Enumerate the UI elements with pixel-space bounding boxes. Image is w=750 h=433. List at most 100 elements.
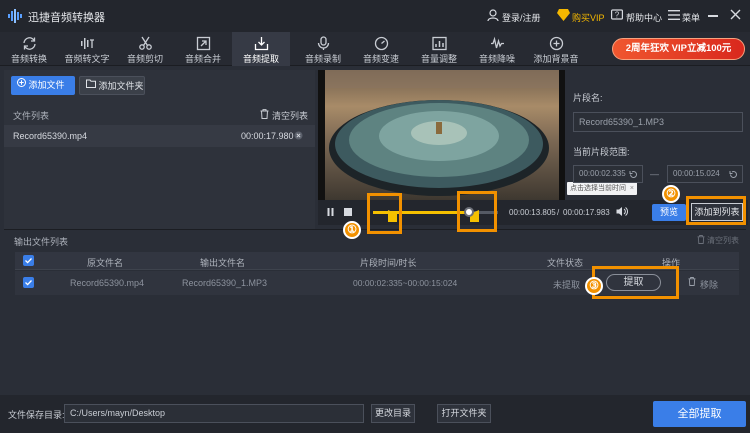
save-dir-label: 文件保存目录: <box>8 410 65 420</box>
clear-output-icon[interactable] <box>697 235 705 246</box>
row-output-name: Record65390_1.MP3 <box>182 278 268 288</box>
save-path-field[interactable]: C:/Users/mayn/Desktop <box>64 404 364 423</box>
annotation-box-range-end <box>457 191 497 232</box>
current-time: 00:00:13.805 <box>509 208 556 217</box>
login-link[interactable]: 登录/注册 <box>502 11 541 24</box>
add-folder-label: 添加文件夹 <box>98 81 144 91</box>
user-icon[interactable] <box>487 9 499 23</box>
tab-add-bgm[interactable]: 添加背景音 <box>526 32 586 66</box>
open-folder-button[interactable]: 打开文件夹 <box>437 404 491 423</box>
tab-audio-cut[interactable]: 音频剪切 <box>116 32 174 66</box>
buy-vip-link[interactable]: 购买VIP <box>572 11 605 24</box>
tab-audio-extract[interactable]: 音频提取 <box>232 32 290 66</box>
clear-output-button[interactable]: 清空列表 <box>707 235 739 246</box>
row-status: 未提取 <box>553 280 581 290</box>
tab-label: 添加背景音 <box>533 54 579 64</box>
footer-bar: 文件保存目录: C:/Users/mayn/Desktop 更改目录 打开文件夹… <box>0 395 750 433</box>
app-logo-icon <box>8 9 22 23</box>
volume-icon[interactable] <box>616 206 628 219</box>
time-separator: / <box>557 208 560 217</box>
remove-row-button[interactable]: 移除 <box>700 278 718 291</box>
segment-end-value: 00:00:15.024 <box>673 169 720 178</box>
file-list-label: 文件列表 <box>13 111 50 121</box>
tab-label: 音频录制 <box>304 54 341 64</box>
file-list-panel: 添加文件 添加文件夹 文件列表 清空列表 Record65390.mp4 00:… <box>4 70 315 232</box>
col-file-status: 文件状态 <box>547 258 584 268</box>
microphone-icon <box>317 36 329 50</box>
extract-all-label: 全部提取 <box>677 408 722 420</box>
noise-reduce-icon <box>490 36 504 49</box>
pause-icon[interactable] <box>327 208 334 218</box>
total-time: 00:00:17.983 <box>563 208 610 217</box>
annotation-marker-2: ② <box>662 185 680 203</box>
tab-audio-to-text[interactable]: 音频转文字 <box>58 32 116 66</box>
function-toolbar: 音频转换 音频转文字 音频剪切 音频合并 音频提取 音频录制 音频变速 音量调整… <box>0 32 750 66</box>
help-center-link[interactable]: 帮助中心 <box>626 11 662 24</box>
annotation-box-add-to-list <box>686 196 746 225</box>
tab-noise-reduce[interactable]: 音频降噪 <box>468 32 526 66</box>
folder-plus-icon <box>86 76 96 95</box>
tab-label: 音频合并 <box>184 54 221 64</box>
segment-start-field[interactable]: 00:00:02.335 <box>573 165 643 183</box>
svg-text:?: ? <box>615 11 620 20</box>
remove-row-icon[interactable] <box>688 277 696 288</box>
tab-label: 音频变速 <box>362 54 399 64</box>
close-icon[interactable] <box>730 9 741 22</box>
tab-label: 音频转换 <box>10 54 47 64</box>
title-bar: 迅捷音频转换器 登录/注册 购买VIP ? 帮助中心 菜单 <box>0 0 750 32</box>
reset-end-icon[interactable] <box>729 169 738 185</box>
tab-audio-record[interactable]: 音频录制 <box>294 32 352 66</box>
vip-icon[interactable] <box>557 9 570 23</box>
minimize-icon[interactable] <box>708 15 718 17</box>
merge-icon <box>196 36 210 51</box>
tab-label: 音量调整 <box>420 54 457 64</box>
add-file-label: 添加文件 <box>28 80 65 90</box>
scissors-icon <box>138 36 152 50</box>
audio-text-icon <box>80 38 94 49</box>
file-name: Record65390.mp4 <box>13 131 88 141</box>
convert-icon <box>22 37 36 50</box>
tab-label: 音频剪切 <box>126 54 163 64</box>
segment-end-field[interactable]: 00:00:15.024 <box>667 165 743 183</box>
add-file-button[interactable]: 添加文件 <box>11 76 75 95</box>
menu-link[interactable]: 菜单 <box>682 11 700 24</box>
promo-banner[interactable]: 2周年狂欢 VIP立减100元 <box>612 38 745 60</box>
segment-name-field[interactable]: Record65390_1.MP3 <box>573 112 743 132</box>
reset-start-icon[interactable] <box>629 169 638 185</box>
stop-icon[interactable] <box>344 208 352 216</box>
menu-icon[interactable] <box>668 10 680 22</box>
col-output-name: 输出文件名 <box>200 258 246 268</box>
preview-button[interactable]: 预览 <box>652 204 686 221</box>
tab-label: 音频提取 <box>242 54 279 64</box>
file-row[interactable]: Record65390.mp4 00:00:17.980 <box>4 125 315 147</box>
tab-label: 音频降噪 <box>478 54 515 64</box>
music-plus-icon <box>549 36 563 51</box>
add-folder-button[interactable]: 添加文件夹 <box>79 76 145 95</box>
remove-file-icon[interactable] <box>294 131 303 142</box>
trash-icon[interactable] <box>260 109 269 121</box>
segment-name-label: 片段名: <box>573 93 603 103</box>
tab-audio-merge[interactable]: 音频合并 <box>174 32 232 66</box>
clear-list-button[interactable]: 清空列表 <box>272 109 308 122</box>
tab-audio-convert[interactable]: 音频转换 <box>0 32 58 66</box>
change-dir-button[interactable]: 更改目录 <box>371 404 415 423</box>
annotation-box-range-start <box>367 193 402 234</box>
tab-audio-speed[interactable]: 音频变速 <box>352 32 410 66</box>
video-image <box>325 70 559 200</box>
help-icon[interactable]: ? <box>611 9 624 23</box>
tab-volume-adjust[interactable]: 音量调整 <box>410 32 468 66</box>
open-folder-label: 打开文件夹 <box>441 408 487 418</box>
plus-circle-icon <box>17 75 26 94</box>
output-list-label: 输出文件列表 <box>14 237 69 247</box>
row-segment-time: 00:00:02:335~00:00:15:024 <box>353 278 458 288</box>
col-segment-time: 片段时间/时长 <box>360 258 417 268</box>
row-checkbox[interactable] <box>23 277 34 288</box>
row-source-name: Record65390.mp4 <box>70 278 145 288</box>
change-dir-label: 更改目录 <box>374 408 411 418</box>
extract-icon <box>254 37 268 51</box>
segment-name-value: Record65390_1.MP3 <box>579 117 665 127</box>
extract-all-button[interactable]: 全部提取 <box>653 401 746 427</box>
col-source-name: 原文件名 <box>87 258 124 268</box>
save-path-value: C:/Users/mayn/Desktop <box>70 408 166 418</box>
select-all-checkbox[interactable] <box>23 255 34 266</box>
